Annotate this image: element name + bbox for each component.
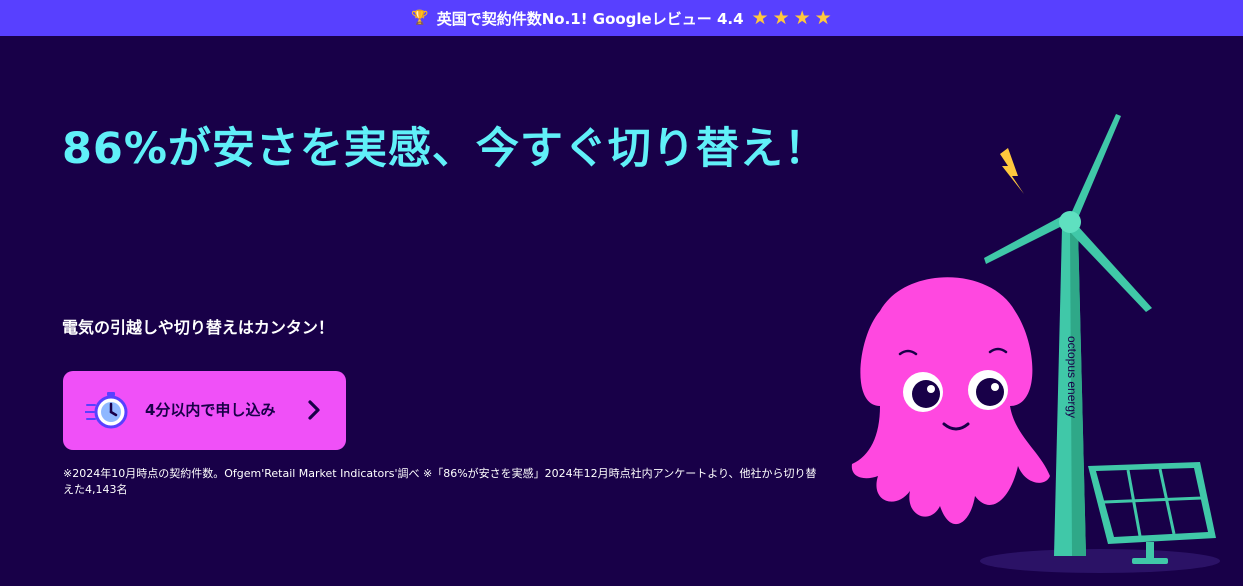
hero-section: 86%が安さを実感、今すぐ切り替え！ 電気の引越しや切り替えはカンタン！ 4分以… — [0, 36, 1243, 586]
banner-text: 英国で契約件数No.1! Googleレビュー 4.4 — [436, 9, 744, 28]
hero-subhead: 電気の引越しや切り替えはカンタン！ — [62, 318, 334, 337]
trophy-icon: 🏆 — [411, 10, 429, 26]
octopus-turbine-illustration: octopus energy — [851, 114, 1220, 573]
chevron-right-icon — [308, 400, 320, 420]
star-icon: ★ — [793, 6, 811, 29]
brand-logo-text: octopus energy — [1065, 336, 1079, 418]
lightning-icon — [1000, 148, 1024, 194]
promo-banner: 🏆 英国で契約件数No.1! Googleレビュー 4.4 ★ ★ ★ ★ — [0, 0, 1243, 36]
footnote: ※2024年10月時点の契約件数。Ofgem'Retail Market Ind… — [63, 467, 817, 496]
octopus-mascot — [851, 277, 1050, 525]
star-icon: ★ — [751, 6, 769, 29]
solar-panel — [1088, 462, 1216, 564]
stopwatch-icon — [85, 392, 128, 429]
apply-button-label: 4分以内で申し込み — [145, 401, 276, 419]
star-icon: ★ — [814, 6, 832, 29]
apply-button[interactable]: 4分以内で申し込み — [63, 371, 346, 450]
star-icon: ★ — [772, 6, 790, 29]
hero-headline: 86%が安さを実感、今すぐ切り替え！ — [62, 124, 828, 174]
rating-stars: ★ ★ ★ ★ — [751, 6, 832, 29]
